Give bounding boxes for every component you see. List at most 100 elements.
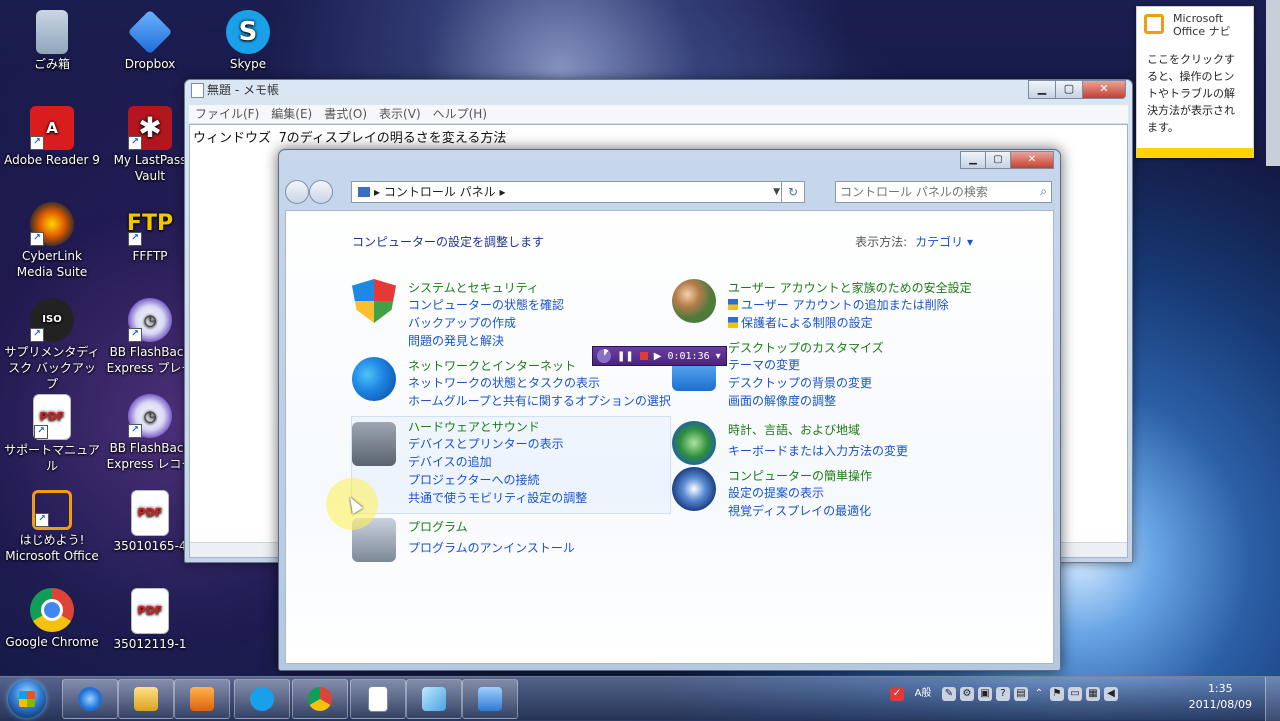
link-projector[interactable]: プロジェクターへの接続 xyxy=(408,471,540,488)
link-mobility[interactable]: 共通で使うモビリティ設定の調整 xyxy=(408,489,587,506)
edge-scrollbar[interactable] xyxy=(1266,0,1280,166)
action-center-icon[interactable]: ⚑ xyxy=(1050,687,1064,701)
category-title[interactable]: システムとセキュリティ xyxy=(408,279,539,296)
menu-edit[interactable]: 編集(E) xyxy=(271,105,312,123)
tray-alert-icon[interactable]: ✓ xyxy=(890,687,904,701)
category-title[interactable]: ネットワークとインターネット xyxy=(408,357,576,374)
link-backup[interactable]: バックアップの作成 xyxy=(408,314,516,331)
stop-icon[interactable] xyxy=(639,352,648,360)
close-button[interactable]: ✕ xyxy=(1010,151,1054,169)
link-keyboard-input[interactable]: キーボードまたは入力方法の変更 xyxy=(728,442,908,459)
recording-indicator-icon xyxy=(597,349,611,363)
control-panel-window-controls: ▁ ▢ ✕ xyxy=(960,151,1054,169)
breadcrumb-control-panel[interactable]: コントロール パネル xyxy=(384,185,496,199)
tray-expand-icon[interactable]: ⌃ xyxy=(1032,687,1046,701)
category-title[interactable]: プログラム xyxy=(408,518,468,535)
address-bar[interactable]: ▸ コントロール パネル ▸ ▼ ↻ xyxy=(351,181,805,203)
taskbar-ie[interactable] xyxy=(62,679,118,719)
menu-file[interactable]: ファイル(F) xyxy=(195,105,259,123)
recycle-bin-icon xyxy=(36,10,68,54)
view-by-dropdown[interactable]: カテゴリ ▾ xyxy=(915,235,973,249)
ie-icon xyxy=(78,687,102,711)
play-icon[interactable]: ▶ xyxy=(654,351,662,362)
maximize-button[interactable]: ▢ xyxy=(985,151,1011,169)
category-title[interactable]: デスクトップのカスタマイズ xyxy=(728,339,884,356)
link-change-background[interactable]: デスクトップの背景の変更 xyxy=(728,374,872,391)
menu-view[interactable]: 表示(V) xyxy=(379,105,421,123)
desktop-icon-dropbox[interactable]: Dropbox xyxy=(102,6,198,72)
pdf-icon: PDF xyxy=(131,588,169,634)
taskbar-notepad[interactable] xyxy=(350,679,406,719)
link-suggested-settings[interactable]: 設定の提案の表示 xyxy=(728,484,824,501)
taskbar-explorer[interactable] xyxy=(118,679,174,719)
category-title[interactable]: ユーザー アカウントと家族のための安全設定 xyxy=(728,279,972,296)
tray-app-icon[interactable]: ▣ xyxy=(978,687,992,701)
desktop-icon-support-manual[interactable]: PDF ↗ サポートマニュアル xyxy=(4,390,100,474)
link-change-theme[interactable]: テーマの変更 xyxy=(728,356,800,373)
link-devices-printers[interactable]: デバイスとプリンターの表示 xyxy=(408,435,564,452)
link-adjust-resolution[interactable]: 画面の解像度の調整 xyxy=(728,392,836,409)
network-icon[interactable]: ▦ xyxy=(1086,687,1100,701)
desktop-icon-pdf-35012119[interactable]: PDF 35012119-1 xyxy=(102,584,198,652)
tray-help-icon[interactable]: ? xyxy=(996,687,1010,701)
desktop-icon-office-start[interactable]: ↗ はじめよう! Microsoft Office xyxy=(4,486,100,564)
category-title[interactable]: 時計、言語、および地域 xyxy=(728,421,860,438)
ime-indicator[interactable]: A般 xyxy=(908,687,938,701)
chrome-icon xyxy=(30,588,74,632)
link-uninstall[interactable]: プログラムのアンインストール xyxy=(408,539,575,556)
refresh-icon[interactable]: ↻ xyxy=(781,182,804,202)
desktop-icon-supplemental-disc[interactable]: ISO ↗ サプリメンタディスク バックアップ xyxy=(4,294,100,392)
taskbar-skype[interactable] xyxy=(234,679,290,719)
recorder-menu-icon[interactable]: ▾ xyxy=(716,351,721,362)
pause-icon[interactable]: ❚❚ xyxy=(617,351,634,362)
link-check-status[interactable]: コンピューターの状態を確認 xyxy=(408,296,564,313)
chrome-icon xyxy=(308,687,332,711)
back-button[interactable] xyxy=(285,180,309,204)
link-troubleshoot[interactable]: 問題の発見と解決 xyxy=(408,332,504,349)
show-desktop-button[interactable] xyxy=(1265,677,1280,721)
category-title[interactable]: コンピューターの簡単操作 xyxy=(728,467,872,484)
media-player-icon xyxy=(190,687,214,711)
forward-button[interactable] xyxy=(309,180,333,204)
maximize-button[interactable]: ▢ xyxy=(1055,80,1083,99)
tray-caps-icon[interactable]: ▤ xyxy=(1014,687,1028,701)
search-input[interactable] xyxy=(836,182,1027,202)
taskbar-clock[interactable]: 1:35 2011/08/09 xyxy=(1189,681,1252,713)
notepad-titlebar[interactable]: 無題 - メモ帳 ▁ ▢ ✕ xyxy=(185,80,1132,100)
chevron-down-icon[interactable]: ▼ xyxy=(773,182,780,202)
explorer-icon xyxy=(134,687,158,711)
close-button[interactable]: ✕ xyxy=(1082,80,1126,99)
link-network-status[interactable]: ネットワークの状態とタスクの表示 xyxy=(408,374,600,391)
link-add-device[interactable]: デバイスの追加 xyxy=(408,453,492,470)
link-parental-controls[interactable]: 保護者による制限の設定 xyxy=(728,314,873,331)
minimize-button[interactable]: ▁ xyxy=(960,151,986,169)
desktop-icon-google-chrome[interactable]: Google Chrome xyxy=(4,584,100,650)
taskbar-aero[interactable] xyxy=(406,679,462,719)
link-homegroup[interactable]: ホームグループと共有に関するオプションの選択 xyxy=(408,392,671,409)
start-button[interactable] xyxy=(8,680,46,718)
tray-tool-icon[interactable]: ⚙ xyxy=(960,687,974,701)
link-optimize-display[interactable]: 視覚ディスプレイの最適化 xyxy=(728,502,871,519)
desktop-icon-adobe-reader[interactable]: A ↗ Adobe Reader 9 xyxy=(4,102,100,168)
category-title[interactable]: ハードウェアとサウンド xyxy=(408,418,540,435)
volume-icon[interactable]: ◀ xyxy=(1104,687,1118,701)
desktop-icon-skype[interactable]: S Skype xyxy=(200,6,296,72)
tray-device-icon[interactable]: ▭ xyxy=(1068,687,1082,701)
taskbar-chrome[interactable] xyxy=(292,679,348,719)
control-panel-window[interactable]: ▁ ▢ ✕ ▸ コントロール パネル ▸ ▼ ↻ ⌕ コンピューターの設定を調整… xyxy=(278,149,1061,671)
office-navi-panel[interactable]: Microsoft Office ナビ ここをクリックすると、操作のヒントやトラ… xyxy=(1136,6,1254,158)
notepad-menubar: ファイル(F) 編集(E) 書式(O) 表示(V) ヘルプ(H) xyxy=(189,105,1128,124)
menu-help[interactable]: ヘルプ(H) xyxy=(433,105,487,123)
ffftp-icon: FTP ↗ xyxy=(127,202,173,246)
taskbar-control-panel[interactable] xyxy=(462,679,518,719)
menu-format[interactable]: 書式(O) xyxy=(324,105,367,123)
minimize-button[interactable]: ▁ xyxy=(1028,80,1056,99)
notepad-icon xyxy=(191,83,204,98)
category-clock-language-region: 時計、言語、および地域 キーボードまたは入力方法の変更 xyxy=(672,421,1002,466)
link-add-remove-accounts[interactable]: ユーザー アカウントの追加または削除 xyxy=(728,296,949,313)
search-icon[interactable]: ⌕ xyxy=(1040,184,1047,199)
taskbar-media-player[interactable] xyxy=(174,679,230,719)
tray-ime-tools-icon[interactable]: ✎ xyxy=(942,687,956,701)
desktop-icon-recycle-bin[interactable]: ごみ箱 xyxy=(4,6,100,72)
desktop-icon-cyberlink[interactable]: ↗ CyberLink Media Suite xyxy=(4,198,100,280)
